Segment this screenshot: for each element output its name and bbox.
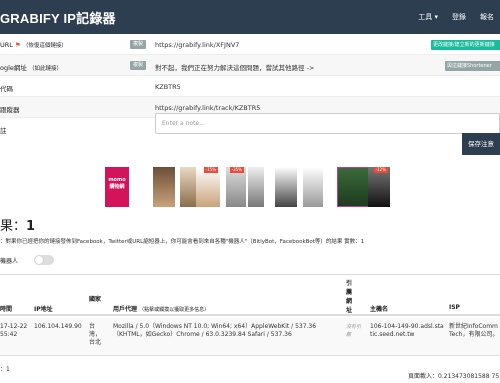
- cell-country: 台灣，台北: [89, 323, 102, 346]
- row-short-url: URL ⚑ （恢復這個鏈接） 複製 https://grabify.link/X…: [0, 34, 500, 55]
- nav-tools-dropdown[interactable]: 工具 ▾: [418, 12, 438, 22]
- nav-signup[interactable]: 報名: [480, 12, 494, 22]
- toggle-knob: [35, 256, 43, 264]
- nav-menu: 工具 ▾ 登錄 報名: [418, 12, 494, 22]
- th-user-agent: 用戶代理 （點擊或觸摸以獲取更多信息）: [113, 306, 210, 313]
- ad-product-8[interactable]: [337, 167, 371, 207]
- cell-hostname: 106-104-149-90.adsl.static.seed.net.tw: [370, 323, 444, 338]
- row-google-url: ogle網址 （如此鏈接） 複製 對不起，我們正在努力解決這個問題，嘗試其他路徑…: [0, 55, 500, 76]
- footer-count: ：1: [0, 366, 10, 373]
- th-ip: IP地址: [34, 306, 53, 313]
- ad-product-1[interactable]: [153, 167, 175, 207]
- save-note-button[interactable]: 保存注意: [462, 133, 500, 155]
- page-load-time: 頁面載入：0.213473081588 75: [408, 373, 500, 380]
- code-label: 代碼: [0, 85, 13, 93]
- th-referrer: 引薦網址: [346, 280, 353, 314]
- cell-user-agent[interactable]: Mozilla / 5.0（Windows NT 10.0; Win64; x6…: [113, 323, 323, 339]
- code-value: KZBTR5: [155, 83, 181, 91]
- results-title: 果：1: [0, 219, 36, 234]
- discount-tag: -35%: [229, 167, 244, 173]
- tracker-label: 跟蹤器: [0, 106, 20, 114]
- discount-tag: -12%: [373, 167, 388, 173]
- results-count: 1: [26, 219, 36, 234]
- bot-toggle-label: 機器人: [0, 258, 19, 265]
- ad-product-6[interactable]: [275, 167, 297, 207]
- short-url-label: URL ⚑ （恢復這個鏈接）: [0, 41, 67, 49]
- cell-time: 17-12-22 55:42: [0, 323, 28, 338]
- ad-product-7[interactable]: [303, 167, 323, 207]
- short-url-value: https://grabify.link/XFJNV7: [155, 41, 240, 49]
- ad-banner[interactable]: momo 購物網 -15% -35% -12%: [105, 167, 425, 207]
- ad-product-9[interactable]: -12%: [368, 167, 390, 207]
- shortener-button[interactable]: 與這鏈接Shortener: [445, 61, 500, 71]
- results-table: 時間 IP地址 國家 用戶代理 （點擊或觸摸以獲取更多信息） 引薦網址 主機名 …: [0, 274, 500, 316]
- bot-toggle[interactable]: [34, 255, 54, 265]
- google-url-value: 對不起，我們正在努力解決這個問題，嘗試其他路徑 ->: [155, 64, 315, 72]
- momo-logo[interactable]: momo 購物網: [105, 167, 129, 207]
- tracker-value: https://grabify.link/track/KZBTR5: [155, 104, 261, 112]
- ad-product-3[interactable]: -15%: [196, 167, 220, 207]
- row-code: 代碼 KZBTR5: [0, 76, 500, 97]
- momo-logo-text: momo 購物網: [108, 177, 126, 190]
- table-header: 時間 IP地址 國家 用戶代理 （點擊或觸摸以獲取更多信息） 引薦網址 主機名 …: [0, 274, 500, 316]
- flag-icon: ⚑: [14, 41, 21, 49]
- cell-isp: 新世紀InfoComm Tech，有限公司。: [449, 323, 499, 338]
- change-link-button[interactable]: 更改鏈接/建立新的更新鏈接: [431, 40, 500, 50]
- th-isp: ISP: [449, 304, 460, 311]
- bot-info-text: ：對果你已經把你的鏈接發佈到Facebook，Twitter或URL縮短器上，你…: [0, 239, 365, 245]
- brand-logo[interactable]: GRABIFY IP記錄器: [0, 8, 116, 27]
- discount-tag: -15%: [203, 167, 218, 173]
- th-time: 時間: [0, 306, 13, 313]
- th-country: 國家: [89, 296, 102, 303]
- ad-product-5[interactable]: [248, 167, 264, 207]
- table-row[interactable]: 17-12-22 55:42 106.104.149.90 台灣，台北 Mozi…: [0, 318, 500, 356]
- ad-product-4[interactable]: -35%: [226, 167, 246, 207]
- cell-ip: 106.104.149.90: [34, 323, 82, 330]
- note-input[interactable]: Enter a note...: [155, 113, 500, 134]
- note-label: 註: [0, 127, 7, 135]
- google-url-label: ogle網址 （如此鏈接）: [0, 64, 63, 72]
- copy-google-url-button[interactable]: 複製: [130, 61, 146, 70]
- cell-referrer: 沒有引薦: [346, 324, 362, 338]
- nav-login[interactable]: 登錄: [452, 12, 466, 22]
- th-hostname: 主機名: [370, 306, 389, 313]
- navbar: GRABIFY IP記錄器 工具 ▾ 登錄 報名: [0, 0, 500, 34]
- copy-url-button[interactable]: 複製: [130, 40, 146, 49]
